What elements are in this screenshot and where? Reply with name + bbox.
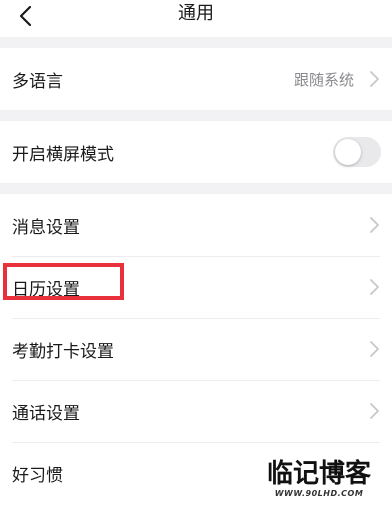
row-label: 开启横屏模式 bbox=[12, 144, 114, 165]
navigation-bar: 通用 bbox=[0, 0, 392, 37]
language-group: 多语言 跟随系统 bbox=[0, 48, 392, 110]
settings-row-calls[interactable]: 通话设置 bbox=[0, 380, 392, 442]
chevron-right-icon bbox=[370, 71, 379, 87]
landscape-toggle[interactable] bbox=[333, 137, 381, 167]
settings-row-messages[interactable]: 消息设置 bbox=[0, 194, 392, 256]
row-label: 通话设置 bbox=[12, 403, 80, 424]
settings-row-landscape: 开启横屏模式 bbox=[0, 121, 392, 183]
row-label: 好习惯 bbox=[12, 465, 63, 486]
landscape-group: 开启横屏模式 bbox=[0, 121, 392, 183]
settings-row-language[interactable]: 多语言 跟随系统 bbox=[0, 48, 392, 110]
watermark-url: WWW.90LHD.COM bbox=[274, 489, 364, 498]
chevron-right-icon bbox=[370, 217, 379, 233]
chevron-right-icon bbox=[370, 341, 379, 357]
toggle-knob bbox=[335, 139, 361, 165]
row-label: 考勤打卡设置 bbox=[12, 341, 114, 362]
language-value: 跟随系统 bbox=[293, 70, 354, 89]
row-label: 消息设置 bbox=[12, 217, 80, 238]
watermark: 临记博客 WWW.90LHD.COM bbox=[260, 459, 378, 499]
page-title: 通用 bbox=[178, 3, 214, 24]
chevron-right-icon bbox=[370, 279, 379, 295]
settings-row-attendance[interactable]: 考勤打卡设置 bbox=[0, 318, 392, 380]
chevron-right-icon bbox=[370, 403, 379, 419]
highlight-annotation bbox=[3, 263, 124, 300]
watermark-title: 临记博客 bbox=[266, 459, 371, 489]
row-label: 多语言 bbox=[12, 71, 63, 92]
